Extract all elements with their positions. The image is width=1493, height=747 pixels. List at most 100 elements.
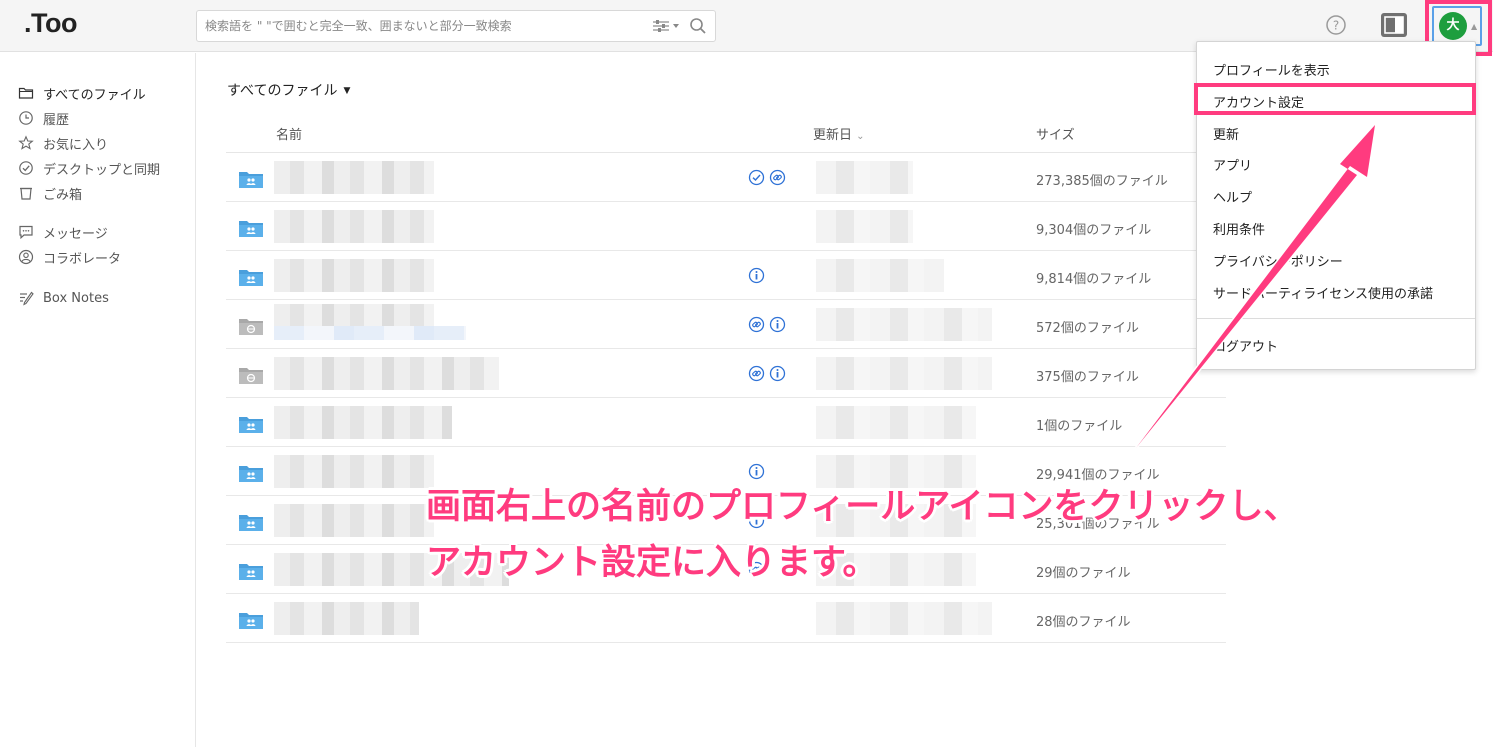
web-folder-icon [239,368,263,384]
sidebar-item-history[interactable]: 履歴 [18,108,69,128]
sidebar-item-messages[interactable]: メッセージ [18,222,108,242]
table-row[interactable]: 1個のファイル [226,398,1226,447]
menu-item-terms[interactable]: 利用条件 [1213,219,1265,238]
sidebar-item-favorites[interactable]: お気に入り [18,133,108,153]
column-header-size[interactable]: サイズ [1036,124,1075,143]
row-badges [748,365,786,383]
redacted-updated-date [816,210,913,243]
sidebar-item-label: Box Notes [43,290,109,306]
menu-divider [1197,318,1475,319]
row-badges [748,267,765,285]
filter-icon[interactable] [651,18,681,34]
file-count: 572個のファイル [1036,321,1139,336]
table-row[interactable]: 9,814個のファイル [226,251,1226,300]
breadcrumb-label: すべてのファイル [227,83,338,99]
menu-item-logout[interactable]: ログアウト [1213,336,1278,355]
logo[interactable]: .Too [24,8,77,39]
sidebar-item-all-files[interactable]: すべてのファイル [18,83,146,103]
menu-item-help[interactable]: ヘルプ [1213,187,1252,206]
shared-link-icon[interactable] [769,169,786,186]
shared-link-icon[interactable] [748,365,765,382]
row-badges [748,169,786,187]
web-folder-icon [239,319,263,335]
folder-icon [18,87,34,99]
info-icon[interactable] [769,365,786,382]
table-row[interactable]: 28個のファイル [226,594,1226,643]
row-badges [748,316,786,334]
annotation-line-2: アカウント設定に入ります。 [426,543,878,583]
sidebar-item-label: 履歴 [43,112,70,128]
synced-check-icon[interactable] [748,169,765,186]
search-input[interactable] [197,11,637,41]
menu-item-apps[interactable]: アプリ [1213,155,1252,174]
breadcrumb[interactable]: すべてのファイル ▼ [227,80,350,100]
sidebar-item-collaborators[interactable]: コラボレータ [18,247,121,267]
table-row[interactable]: 375個のファイル [226,349,1226,398]
search-bar [196,10,716,42]
shared-link-icon[interactable] [748,316,765,333]
shared-folder-icon [239,172,263,188]
redacted-file-name[interactable] [274,602,419,635]
shared-folder-icon [239,515,263,531]
sidebar-item-trash[interactable]: ごみ箱 [18,183,82,203]
redacted-file-name[interactable] [274,161,434,194]
table-row[interactable]: 273,385個のファイル [226,153,1226,202]
menu-item-privacy[interactable]: プライバシーポリシー [1213,251,1343,270]
shared-folder-icon [239,270,263,286]
redacted-file-name[interactable] [274,304,434,326]
file-count: 375個のファイル [1036,370,1139,385]
star-icon [18,135,34,150]
column-header-name[interactable]: 名前 [276,124,302,143]
redacted-file-name[interactable] [274,259,434,292]
caret-down-icon: ▼ [343,86,351,96]
sidebar-item-box-notes[interactable]: Box Notes [18,288,109,308]
table-row[interactable]: 9,304個のファイル [226,202,1226,251]
shared-folder-icon [239,417,263,433]
column-header-updated[interactable]: 更新日 ⌄ [813,124,865,143]
shared-folder-icon [239,613,263,629]
redacted-file-name[interactable] [274,210,434,243]
menu-item-view-profile[interactable]: プロフィールを表示 [1213,60,1330,79]
check-circle-icon [19,161,33,175]
svg-text:?: ? [1333,19,1339,33]
sort-chevron-icon: ⌄ [856,131,865,142]
shared-folder-icon [239,564,263,580]
person-icon [18,249,34,265]
sidebar-toggle-icon[interactable] [1380,12,1408,38]
sidebar-item-label: コラボレータ [43,251,122,267]
redacted-updated-date [816,308,992,341]
search-icon[interactable] [689,17,707,35]
menu-item-update[interactable]: 更新 [1213,124,1239,143]
info-icon[interactable] [769,316,786,333]
sidebar-item-label: すべてのファイル [43,87,146,103]
sidebar-item-label: お気に入り [43,137,109,153]
sidebar-item-label: ごみ箱 [43,187,83,203]
file-count: 9,304個のファイル [1036,223,1152,238]
annotation-line-1: 画面右上の名前のプロフィールアイコンをクリックし、 [426,487,1299,527]
trash-icon [20,187,32,200]
clock-icon [19,111,33,125]
file-count: 28個のファイル [1036,615,1131,630]
redacted-updated-date [816,406,976,439]
sidebar-item-sync[interactable]: デスクトップと同期 [18,158,160,178]
redacted-description [274,326,466,340]
redacted-updated-date [816,602,992,635]
redacted-file-name[interactable] [274,406,452,439]
redacted-file-name[interactable] [274,357,499,390]
menu-item-third-party[interactable]: サードパーティライセンス使用の承諾 [1213,283,1433,302]
redacted-updated-date [816,357,992,390]
sidebar: すべてのファイル 履歴 お気に入り デスクトップと同期 ごみ箱 メッセージ コラ… [0,53,196,747]
file-count: 9,814個のファイル [1036,272,1152,287]
redacted-updated-date [816,259,944,292]
redacted-file-name[interactable] [274,455,434,488]
help-icon[interactable]: ? [1325,14,1347,36]
redacted-file-name[interactable] [274,504,434,537]
info-icon[interactable] [748,267,765,284]
column-header-updated-label: 更新日 [813,128,853,143]
shared-folder-icon [239,221,263,237]
file-count: 29個のファイル [1036,566,1131,581]
file-count: 273,385個のファイル [1036,174,1168,189]
table-row[interactable]: 572個のファイル [226,300,1226,349]
highlight-account-settings-box [1194,83,1476,115]
chat-icon [19,225,33,240]
